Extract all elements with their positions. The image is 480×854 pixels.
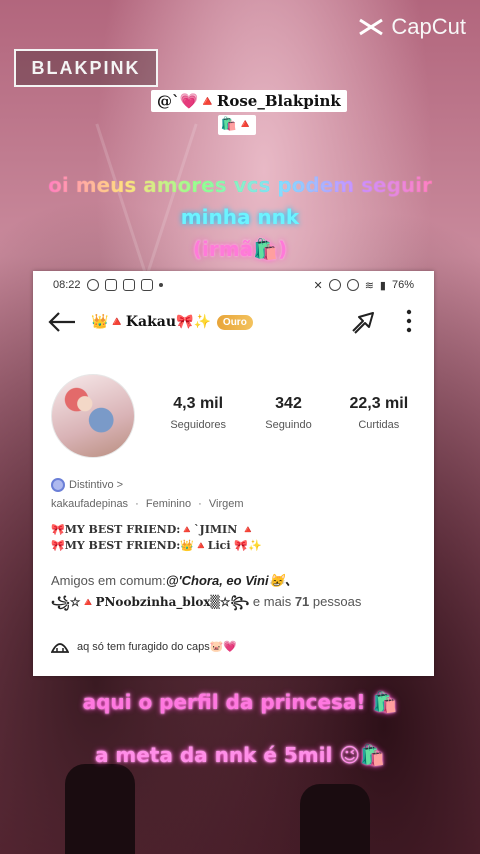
stat-followers[interactable]: 4,3 mil Seguidores — [153, 395, 243, 431]
data-saver-icon — [346, 279, 359, 291]
avatar[interactable] — [51, 374, 135, 458]
gallery-icon — [140, 279, 153, 291]
whatsapp-icon — [86, 279, 99, 291]
distintivo-link[interactable]: Distintivo > — [51, 478, 123, 492]
signal-icon: ▮ — [379, 279, 386, 292]
status-bar: 08:22 ✕ ≋ ▮ 76% — [53, 277, 414, 293]
more-options-icon[interactable] — [406, 308, 412, 334]
capcut-icon — [359, 18, 384, 36]
share-icon[interactable] — [350, 310, 376, 334]
bottom-caption-1: aqui o perfil da princesa! 🛍️ — [82, 690, 398, 714]
stat-likes[interactable]: 22,3 mil Curtidas — [334, 395, 424, 431]
distintivo-icon — [51, 478, 65, 492]
capcut-watermark: CapCut — [357, 14, 466, 40]
profile-topbar: 👑🔺Kakau🎀✨ Ouro — [47, 306, 416, 338]
profile-screenshot: 08:22 ✕ ≋ ▮ 76% 👑🔺Kakau🎀✨ Ouro 4,3 mil S… — [33, 271, 434, 676]
best-friend-line-2: 🎀MY BEST FRIEND:👑🔺Lici 🎀✨ — [51, 539, 262, 552]
status-time: 08:22 — [53, 279, 81, 291]
caption-line-2: minha nnk — [180, 205, 300, 229]
more-notifications-dot — [158, 283, 163, 287]
wifi-icon: ≋ — [364, 279, 374, 292]
ouro-badge[interactable]: Ouro — [216, 314, 253, 330]
bio-icon — [51, 643, 69, 653]
mention-tag: @`💗🔺Rose_Blakpink — [151, 90, 347, 112]
boot-right — [300, 784, 370, 854]
bottom-caption-2: a meta da nnk é 5mil 😉🛍️ — [94, 743, 386, 767]
caption-line-1: oi meus amores vcs podem seguir — [48, 173, 432, 197]
back-arrow-icon[interactable] — [47, 310, 77, 334]
caption-line-3: (irmã🛍️) — [192, 237, 288, 261]
mute-icon: ✕ — [313, 279, 323, 292]
profile-name: 👑🔺Kakau🎀✨ — [91, 314, 211, 330]
mutual-friends[interactable]: Amigos em comum:@'Chora, eo Vini😸、 — [51, 570, 298, 589]
blackpink-logo: BLAKPINK — [14, 49, 158, 87]
alarm-icon — [328, 279, 341, 291]
mention-tag-sub: 🛍️🔺 — [218, 115, 256, 135]
capcut-label: CapCut — [391, 14, 466, 39]
instagram-icon-2 — [122, 279, 135, 291]
profile-stats: 4,3 mil Seguidores 342 Seguindo 22,3 mil… — [153, 395, 424, 431]
battery-level: 76% — [391, 279, 414, 291]
instagram-icon — [104, 279, 117, 291]
boot-left — [65, 764, 135, 854]
profile-meta: kakaufadepinas · Feminino · Virgem — [51, 498, 244, 510]
profile-bio: aq só tem furagido do caps🐷💗 — [51, 639, 237, 653]
best-friend-line-1: 🎀MY BEST FRIEND:🔺`JIMIN 🔺 — [51, 523, 255, 536]
stat-following[interactable]: 342 Seguindo — [243, 395, 333, 431]
mutual-friends-more[interactable]: ꧁☆🔺PNoobzinha_blox▒☆꧂ e mais 71 pessoas — [51, 593, 361, 617]
